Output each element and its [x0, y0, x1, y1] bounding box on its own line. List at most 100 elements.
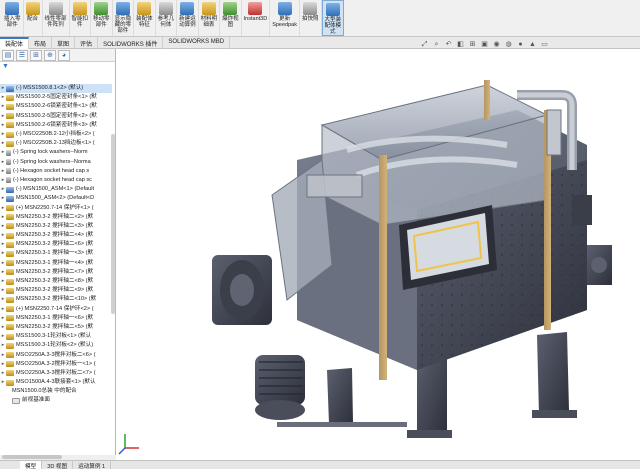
tree-row[interactable]: ▸ MSN2250.3-1 搅拌轴一<6> (默 [0, 314, 112, 323]
tree-row[interactable]: ▸ (-) MSS1500.8.1<2> (默认) [0, 84, 112, 94]
graphics-viewport[interactable] [117, 50, 640, 460]
exploded-view-button[interactable]: 爆炸视图 [220, 0, 242, 36]
snapshot-button[interactable]: 拍快照 [300, 0, 322, 36]
tree-row[interactable]: MSN1500.0总装 中的配合 [0, 134, 125, 396]
tree-row[interactable]: ▸ (+) MSN2250.7-14 保护环<1> ( [0, 203, 112, 212]
tree-row[interactable]: ▸ MSN2250.3-2 搅拌轴二<7> (默 [0, 268, 112, 277]
tab-3[interactable]: 评估 [75, 37, 99, 49]
tree-row[interactable]: 前视基准面 [0, 396, 112, 405]
fastener-icon [6, 168, 11, 175]
motion-study-button[interactable]: 新建运 动算例 [177, 0, 199, 36]
tree-row-label: MSS1500.2-6锁紧密封条<3> (默 [16, 121, 97, 128]
tree-row[interactable]: ▸ MSN2250.3-1 搅拌轴一<3> (默 [0, 249, 112, 258]
tree-row[interactable]: ▸ MSN2250.3-1 搅拌轴一<4> (默 [0, 259, 112, 268]
tree-row-label: (+) MSN2250.7-14 保护环<1> ( [16, 204, 94, 211]
tree-row[interactable]: ▸ MSO2250A.3-2搅拌对板一<1> ( [0, 360, 112, 369]
bottom-tab-2[interactable]: 运动算例 1 [73, 461, 112, 469]
tree-row[interactable]: ▸ (-) MSN1500_ASM<1> (Default [0, 185, 112, 194]
tab-2[interactable]: 草图 [52, 37, 76, 49]
part-icon [6, 324, 14, 331]
tree-row[interactable]: ▸ MSS1500.3-1轮对板<1> (默认 [0, 332, 112, 341]
tree-row[interactable]: ▸ (-) MSO2250B.2-12小挡板<2> ( [0, 130, 112, 139]
speedpak-icon [277, 2, 292, 15]
tree-row-label: MSN1500_ASM<2> (Default<D [16, 195, 95, 202]
dimxpert-tab-icon[interactable]: ⊕ [44, 49, 56, 61]
tab-1[interactable]: 布局 [29, 37, 53, 49]
tree-row[interactable]: ▸ MSN2250.3-2 搅拌轴二<5> (默 [0, 323, 112, 332]
tree-row[interactable]: ▸ (+) MSN2250.7-14 保护环<2> ( [0, 305, 112, 314]
part-icon [6, 278, 14, 285]
previous-view-icon[interactable]: ↶ [444, 41, 453, 49]
part-icon [6, 113, 14, 120]
tree-row-label: MSN2250.3-2 搅拌轴二<2> (默 [16, 213, 94, 220]
tree-row-label: MSN2250.3-2 搅拌轴二<8> (默 [16, 278, 94, 285]
ribbon-button-label: 新建运 动算例 [179, 16, 196, 28]
bottom-tab-1[interactable]: 3D 视图 [42, 461, 74, 469]
tree-row[interactable]: ▸ (-) Spring lock washers--Norm [0, 148, 112, 157]
smart-fastener-button[interactable]: 智能扣件 [70, 0, 92, 36]
part-icon [6, 232, 14, 239]
property-manager-tab-icon[interactable]: ☰ [16, 49, 28, 61]
mate-button[interactable]: 配合 [24, 0, 43, 36]
ribbon-button-label: 显示隐 藏的零 部件 [114, 16, 132, 34]
feature-tree: ▸ (-) MSS1500.8.1<2> (默认) ▸ MSS1500.2-5固定密封… [0, 84, 125, 406]
zoom-area-icon[interactable]: ⌕ [432, 41, 441, 49]
hide-show-items-icon[interactable]: ◍ [504, 41, 513, 49]
tree-row[interactable]: ▸ MSN2250.3-2 搅拌轴二<9> (默 [0, 286, 112, 295]
tree-row-label: MSN2250.3-2 搅拌轴二<6> (默 [16, 241, 94, 248]
tree-filter-icon[interactable]: ▼ [0, 62, 115, 71]
feature-manager-tab-icon[interactable]: ▤ [2, 49, 14, 61]
tree-row[interactable]: ▸ MSS1500.2-6锁紧密封条<1> (默 [0, 102, 112, 111]
section-view-icon[interactable]: ◧ [456, 41, 465, 49]
tree-vertical-scrollbar[interactable] [111, 134, 115, 314]
large-assembly-button[interactable]: 大型装 配体模式 [321, 0, 345, 36]
zoom-to-fit-icon[interactable]: ⤢ [420, 41, 429, 49]
part-icon [6, 103, 14, 110]
fastener-icon [6, 177, 11, 184]
bottom-tab-0[interactable]: 模型 [20, 461, 43, 469]
tree-row-label: MSN2250.3-1 搅拌轴一<3> (默 [16, 250, 94, 257]
mixer-assembly-model[interactable] [117, 50, 640, 460]
tab-4[interactable]: SOLIDWORKS 插件 [98, 37, 164, 49]
tree-row[interactable]: ▸ MSO2250A.3-3搅拌对板二<6> ( [0, 350, 112, 359]
tree-row[interactable]: ▸ MSS1500.3-1轮对板<2> (默认) [0, 341, 112, 350]
tree-row[interactable]: ▸ (-) Hexagon socket head cap s [0, 167, 112, 176]
display-manager-tab-icon[interactable]: ◕ [58, 49, 70, 61]
assembly-feature-button[interactable]: 装配体 特征 [134, 0, 156, 36]
reference-geometry-button[interactable]: 参考几 何体 [156, 0, 178, 36]
move-component-button[interactable]: 移动零 部件 [91, 0, 113, 36]
dynamic-annotation-icon[interactable]: ⊞ [468, 41, 477, 49]
tree-row[interactable]: ▸ MSS1500.2-6锁紧密封条<3> (默 [0, 121, 112, 130]
tree-row[interactable]: ▸ MSO1500A.4-3联接套<1> (默认 [0, 378, 112, 387]
tree-row[interactable]: ▸ MSS1500.2-5固定密封条<1> (默 [0, 93, 112, 102]
edit-appearance-icon[interactable]: ● [516, 41, 525, 49]
view-orientation-icon[interactable]: ▣ [480, 41, 489, 49]
speedpak-button[interactable]: 更新 Speedpak [270, 0, 300, 36]
linear-pattern-button[interactable]: 线性零部 件阵列 [43, 0, 70, 36]
insert-part-button[interactable]: 插入零 部件 [2, 0, 24, 36]
configuration-manager-tab-icon[interactable]: ⊞ [30, 49, 42, 61]
tree-row[interactable]: ▸ MSN2250.3-2 搅拌轴二<6> (默 [0, 240, 112, 249]
tab-0[interactable]: 装配体 [0, 37, 30, 49]
part-icon [6, 269, 14, 276]
apply-scene-icon[interactable]: ▲ [528, 41, 537, 49]
display-style-icon[interactable]: ◉ [492, 41, 501, 49]
show-hidden-icon [115, 2, 130, 15]
tree-row[interactable]: ▸ MSN2250.3-2 搅拌轴二<3> (默 [0, 222, 112, 231]
tree-row[interactable]: ▸ MSN2250.3-2 搅拌轴二<10> (默 [0, 295, 112, 304]
bom-button[interactable]: 材料明 细表 [199, 0, 221, 36]
tree-row[interactable]: ▸ (-) Spring lock washers--Norma [0, 158, 112, 167]
tree-row[interactable]: ▸ (-) Hexagon socket head cap sc [0, 176, 112, 185]
tree-row[interactable]: ▸ MSO2250A.3-3搅拌对板二<7> ( [0, 369, 112, 378]
tree-row[interactable]: ▸ MSN1500_ASM<2> (Default<D [0, 194, 112, 203]
tree-row[interactable]: ▸ MSS1500.2-5固定密封条<2> (默 [0, 112, 112, 121]
instant3d-button[interactable]: Instant3D [242, 0, 271, 36]
tree-row[interactable]: ▸ MSN2250.3-2 搅拌轴二<4> (默 [0, 231, 112, 240]
tree-row[interactable]: ▸ MSN2250.3-2 搅拌轴二<8> (默 [0, 277, 112, 286]
tree-row[interactable]: ▸ MSN2250.3-2 搅拌轴二<2> (默 [0, 213, 112, 222]
tab-5[interactable]: SOLIDWORKS MBD [163, 37, 231, 49]
tree-row[interactable]: ▸ (-) MSO2250B.2-13挡边板<1> ( [0, 139, 112, 148]
show-hidden-button[interactable]: 显示隐 藏的零 部件 [113, 0, 135, 36]
tree-row-label: MSO1500A.4-3联接套<1> (默认 [16, 379, 96, 386]
view-settings-icon[interactable]: ▭ [540, 41, 549, 49]
